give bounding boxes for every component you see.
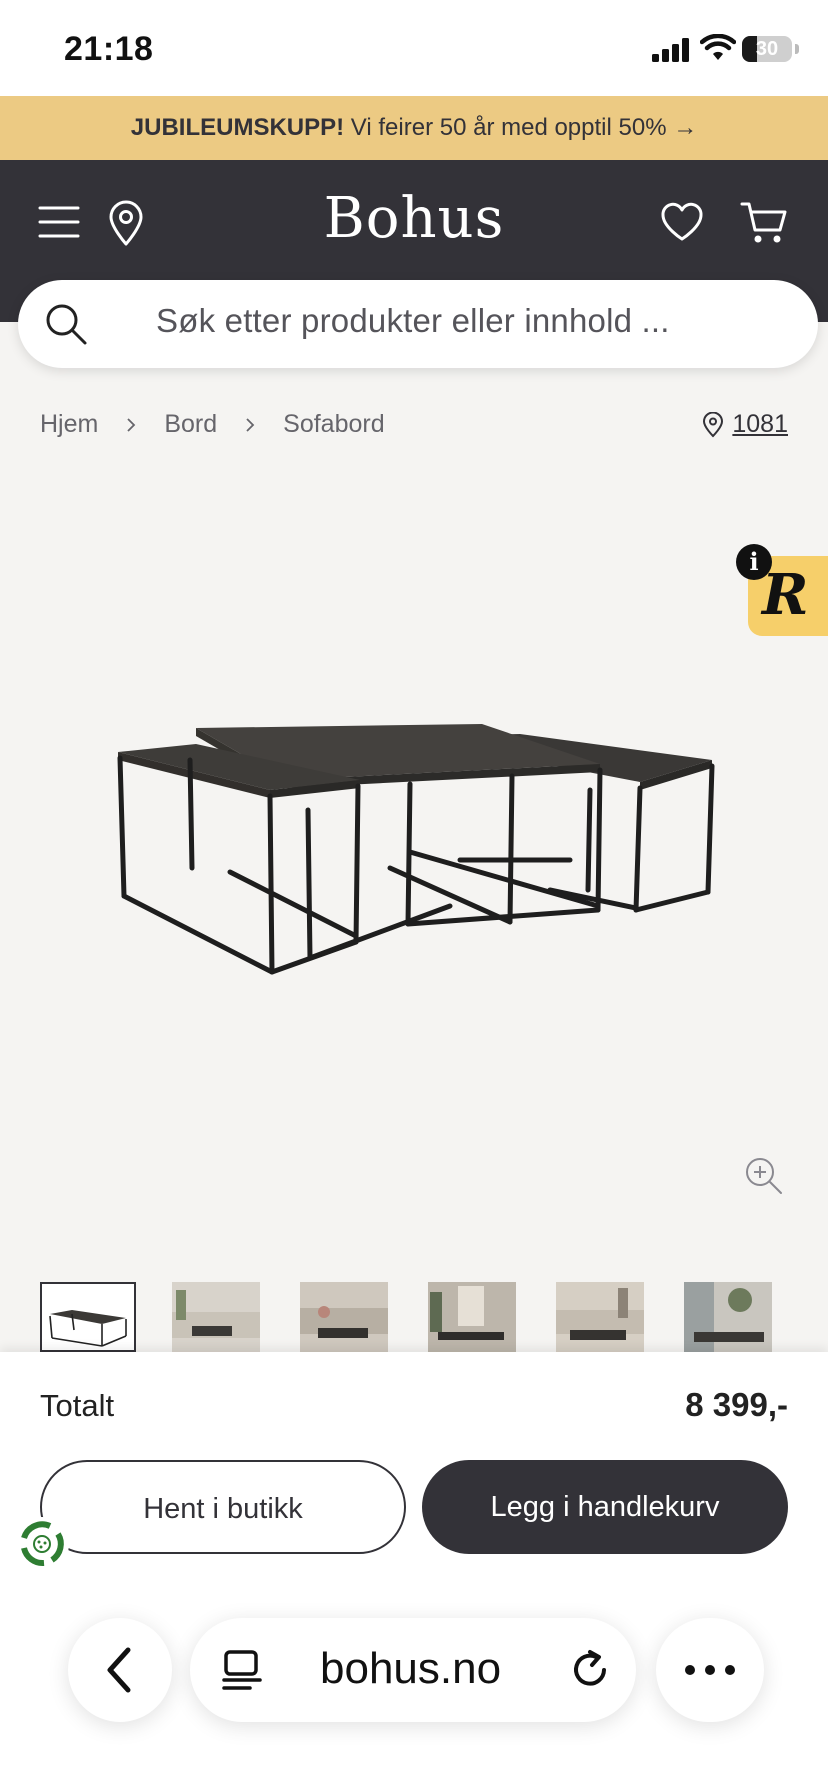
browser-url[interactable]: bohus.no — [320, 1644, 501, 1694]
info-icon[interactable]: i — [736, 544, 772, 580]
thumbnail-6[interactable] — [684, 1282, 772, 1352]
status-time: 21:18 — [64, 30, 154, 68]
promo-bold: JUBILEUMSKUPP! — [130, 114, 345, 141]
product-image[interactable] — [100, 700, 740, 1020]
status-bar: 21:18 30 — [0, 0, 828, 96]
breadcrumb-bord[interactable]: Bord — [164, 410, 217, 439]
location-pin-icon — [703, 411, 724, 437]
wifi-icon — [700, 34, 736, 60]
browser-more-button[interactable] — [656, 1618, 764, 1722]
thumbnail-image — [42, 1284, 134, 1350]
recycle-icon[interactable] — [14, 1516, 70, 1572]
add-to-cart-button[interactable]: Legg i handlekurv — [422, 1460, 788, 1554]
thumbnail-1[interactable] — [40, 1282, 136, 1352]
cart-icon[interactable] — [740, 200, 788, 246]
breadcrumb-sofabord[interactable]: Sofabord — [283, 410, 384, 439]
more-icon — [685, 1665, 735, 1675]
breadcrumb: Hjem Bord Sofabord — [40, 410, 385, 439]
thumbnail-2[interactable] — [172, 1282, 260, 1352]
thumbnail-strip — [40, 1282, 812, 1352]
store-code[interactable]: 1081 — [732, 410, 788, 439]
reader-tabs-icon[interactable] — [220, 1648, 264, 1692]
thumbnail-image — [300, 1282, 388, 1352]
pickup-in-store-button[interactable]: Hent i butikk — [40, 1460, 406, 1554]
signal-icon — [652, 38, 689, 62]
search-input[interactable]: Søk etter produkter eller innhold ... — [156, 302, 670, 340]
thumbnail-image — [684, 1282, 772, 1352]
promo-text: Vi feirer 50 år med opptil 50% → — [344, 114, 698, 141]
thumbnail-image — [172, 1282, 260, 1352]
total-price: 8 399,- — [685, 1386, 788, 1423]
battery-percent: 30 — [755, 38, 779, 60]
thumbnail-5[interactable] — [556, 1282, 644, 1352]
chevron-right-icon — [246, 417, 255, 432]
search-bar[interactable]: Søk etter produkter eller innhold ... — [18, 280, 818, 368]
total-label: Totalt — [40, 1388, 115, 1423]
breadcrumb-home[interactable]: Hjem — [40, 410, 98, 439]
thumbnail-image — [428, 1282, 516, 1352]
browser-back-button[interactable] — [68, 1618, 172, 1722]
heart-icon[interactable] — [660, 202, 704, 242]
thumbnail-4[interactable] — [428, 1282, 516, 1352]
thumbnail-image — [556, 1282, 644, 1352]
battery-cap — [795, 44, 799, 54]
promo-banner[interactable]: JUBILEUMSKUPP! Vi feirer 50 år med oppti… — [0, 96, 828, 160]
store-selector[interactable]: 1081 — [702, 410, 788, 439]
zoom-icon[interactable] — [744, 1156, 784, 1196]
search-icon — [46, 304, 87, 345]
reload-icon[interactable] — [568, 1648, 612, 1692]
chevron-right-icon — [127, 417, 136, 432]
chevron-left-icon — [107, 1647, 131, 1693]
thumbnail-3[interactable] — [300, 1282, 388, 1352]
